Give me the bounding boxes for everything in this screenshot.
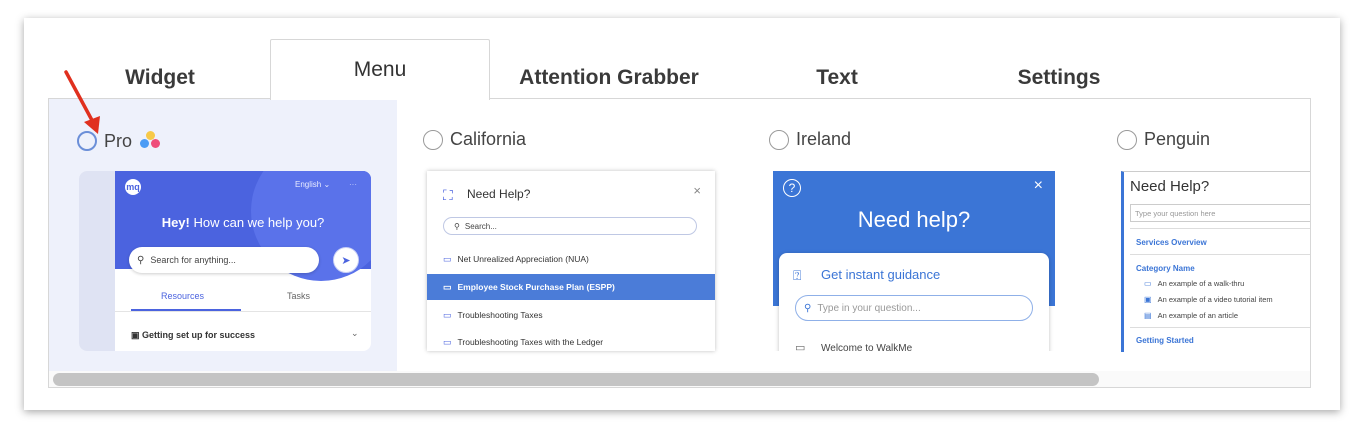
search-icon: ⚲	[137, 254, 145, 266]
article-icon: ▤	[1144, 311, 1152, 320]
preview-search: ⚲ Search for anything...	[129, 247, 319, 273]
search-icon: ⚲	[804, 302, 812, 314]
radio-ireland[interactable]	[769, 129, 789, 150]
divider	[1130, 228, 1310, 229]
list-item: ▭ Net Unrealized Appreciation (NUA)	[443, 253, 589, 265]
menu-style-dialog: Widget Menu Attention Grabber Text Setti…	[24, 18, 1340, 410]
section-header: Category Name	[1136, 264, 1195, 273]
preview-ireland[interactable]: ? × Need help? ⍰ Get instant guidance ⚲ T…	[773, 171, 1055, 351]
preview-box: ⍰ Get instant guidance ⚲ Type in your que…	[779, 253, 1049, 351]
close-icon: ×	[1033, 177, 1043, 194]
preview-item: ▣ Getting set up for success	[131, 330, 256, 340]
chat-icon: ▭	[443, 253, 452, 264]
color-dots-icon	[140, 129, 170, 153]
help-grid-icon: ⛶	[443, 187, 453, 203]
preview-input: Type your question here	[1130, 204, 1310, 222]
preview-pro[interactable]: mq English ⌄ ··· Hey! How can we help yo…	[79, 171, 371, 351]
divider	[115, 311, 371, 312]
option-ireland-label: Ireland	[796, 129, 852, 149]
option-penguin-label: Penguin	[1144, 129, 1211, 149]
list-item: ▣ An example of a video tutorial item	[1144, 295, 1273, 304]
preview-title: Need Help?	[467, 187, 531, 201]
list-item-highlighted: ▭ Employee Stock Purchase Plan (ESPP)	[427, 274, 715, 300]
close-icon: ×	[693, 183, 701, 198]
welcome-item: Welcome to WalkMe	[821, 343, 913, 351]
option-ireland[interactable]: Ireland	[769, 129, 851, 150]
tab-menu[interactable]: Menu	[270, 39, 490, 100]
list-item: ▭ Troubleshooting Taxes	[443, 309, 543, 321]
annotation-arrow-icon	[64, 70, 100, 134]
language-select: English ⌄	[295, 180, 331, 189]
section-header: Getting Started	[1136, 336, 1194, 345]
divider	[1130, 327, 1310, 328]
preview-input: ⚲ Type in your question...	[795, 295, 1033, 321]
chat-icon: ▭	[443, 336, 452, 347]
preview-greeting: Hey! How can we help you?	[161, 215, 325, 230]
chat-icon: ▭	[443, 281, 452, 292]
chat-icon: ▭	[795, 342, 806, 351]
preview-tab-tasks: Tasks	[287, 291, 311, 301]
divider	[1130, 254, 1310, 255]
logo-icon: mq	[125, 179, 141, 195]
preview-tab-resources: Resources	[161, 291, 205, 301]
option-california[interactable]: California	[423, 129, 526, 150]
more-icon: ···	[349, 180, 357, 189]
scrollbar-thumb[interactable]	[53, 373, 1099, 386]
list-item: ▭ Troubleshooting Taxes with the Ledger	[443, 336, 604, 348]
video-icon: ▣	[1144, 295, 1152, 304]
tab-text[interactable]: Text	[772, 56, 902, 100]
preview-california[interactable]: ⛶ Need Help? × ⚲ Search... ▭ Net Unrealize…	[427, 171, 715, 351]
menu-options-panel: Pro mq English ⌄ ··· Hey! How can we hel…	[48, 98, 1311, 388]
section-header: Services Overview	[1136, 238, 1207, 247]
send-icon: ➤	[333, 247, 359, 273]
tab-settings[interactable]: Settings	[984, 56, 1134, 100]
chat-icon: ▭	[1144, 279, 1152, 288]
guidance-label: Get instant guidance	[821, 267, 941, 282]
preview-title: Need help?	[857, 207, 971, 232]
list-item: ▭ An example of a walk-thru	[1144, 279, 1245, 288]
folder-icon: ▣	[131, 330, 143, 340]
guidance-icon: ⍰	[793, 267, 802, 283]
chevron-down-icon: ⌄	[351, 328, 359, 338]
radio-california[interactable]	[423, 129, 443, 150]
preview-search: ⚲ Search...	[443, 217, 697, 235]
chat-icon: ▭	[443, 309, 452, 320]
option-penguin[interactable]: Penguin	[1117, 129, 1210, 150]
radio-penguin[interactable]	[1117, 129, 1137, 150]
tab-bar: Widget Menu Attention Grabber Text Setti…	[24, 18, 1340, 100]
search-icon: ⚲	[454, 221, 460, 231]
option-california-label: California	[450, 129, 527, 149]
preview-title: Need Help?	[1130, 178, 1210, 195]
preview-penguin[interactable]: Need Help? Type your question here Servi…	[1121, 171, 1310, 352]
preview-sidebar	[79, 171, 115, 351]
horizontal-scrollbar[interactable]	[49, 371, 1310, 387]
help-icon: ?	[783, 179, 801, 197]
tab-attention-grabber[interactable]: Attention Grabber	[504, 56, 714, 100]
list-item: ▤ An example of an article	[1144, 311, 1239, 320]
